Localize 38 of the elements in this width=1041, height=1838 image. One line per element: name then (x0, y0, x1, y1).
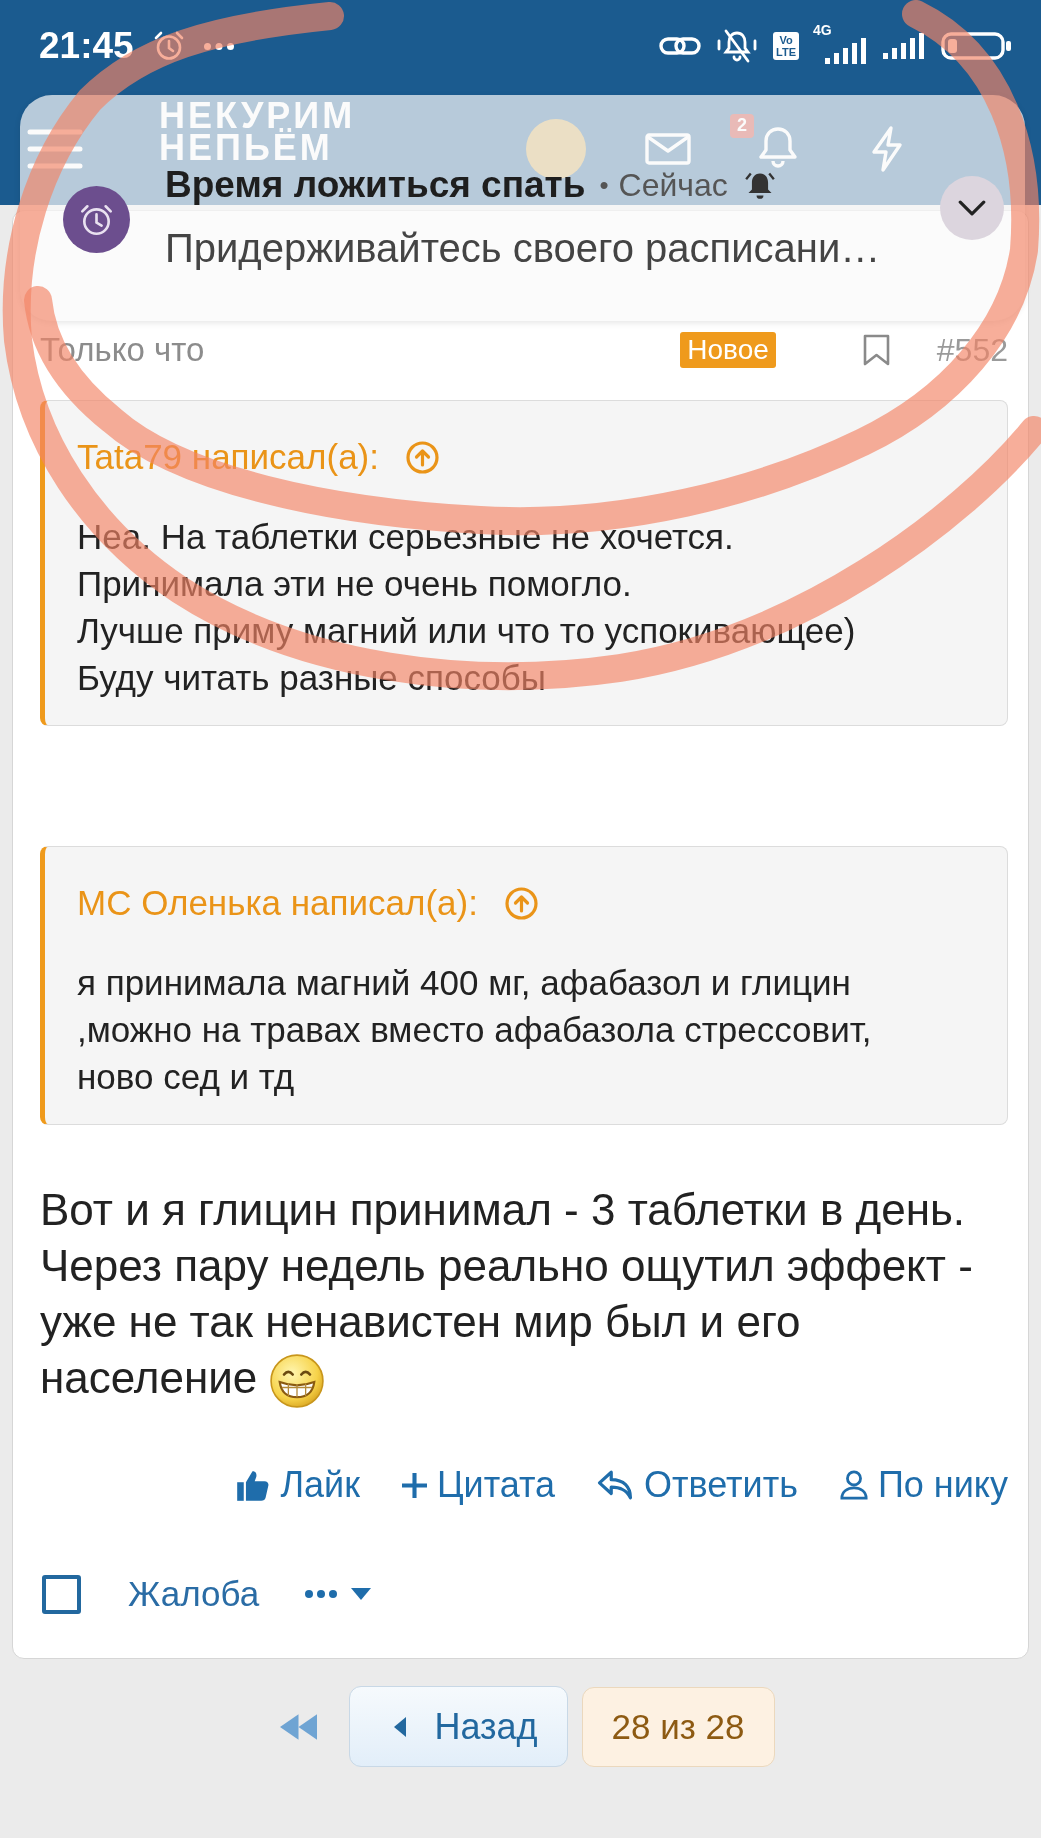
user-icon (839, 1469, 868, 1502)
reply-button[interactable]: Ответить (597, 1464, 798, 1507)
status-time: 21:45 (39, 25, 134, 67)
notification-time: Сейчас (618, 166, 728, 204)
alarm-clock-icon (153, 31, 184, 61)
signal-bars-icon (883, 33, 927, 59)
bell-icon (743, 170, 776, 200)
quote-text: Неа. На таблетки серьезные не хочется. Принимала эти не очень помогло. Лучше приму магний или что то успокивающее) Буду читать разные способы (76, 516, 857, 699)
previous-page-button[interactable]: Назад (349, 1686, 568, 1768)
quote-text: я принимала магний 400 мг, афабазол и глицин ,можно на травах вместо афабазола стрессовит, ново сед и тд (76, 962, 873, 1098)
signal-bars-icon (825, 38, 869, 64)
notification-title: Время ложиться спать (165, 164, 586, 206)
grinning-emoji-icon (269, 1354, 324, 1409)
page-indicator[interactable]: 28 из 28 (581, 1686, 775, 1767)
select-checkbox[interactable] (42, 1574, 81, 1614)
arrow-up-circle-icon[interactable] (504, 886, 538, 920)
caret-left-icon (394, 1716, 407, 1737)
bookmark-icon[interactable] (861, 334, 891, 366)
notification-message: Придерживайтесь своего расписани… (165, 225, 882, 271)
like-button[interactable]: Лайк (235, 1464, 360, 1507)
plus-icon (401, 1472, 427, 1498)
notification-separator: • (599, 169, 609, 201)
battery-icon (941, 32, 1011, 60)
double-caret-left-icon[interactable] (280, 1713, 318, 1740)
caret-down-icon (351, 1588, 372, 1601)
new-badge: Новое (680, 332, 776, 368)
quote-button[interactable]: Цитата (401, 1464, 556, 1507)
arrow-up-circle-icon[interactable] (406, 440, 439, 474)
report-link[interactable]: Жалоба (128, 1574, 260, 1615)
alarm-clock-app-icon (63, 185, 130, 253)
network-type-label: 4G (813, 22, 832, 38)
chevron-down-icon (958, 200, 986, 216)
volte-badge: Vo LTE (773, 32, 799, 60)
more-dots-icon (305, 1590, 338, 1599)
more-menu-button[interactable] (305, 1588, 372, 1601)
reply-arrow-icon (597, 1469, 635, 1502)
mention-button[interactable]: По нику (839, 1464, 1008, 1507)
more-dots-icon (203, 42, 234, 50)
